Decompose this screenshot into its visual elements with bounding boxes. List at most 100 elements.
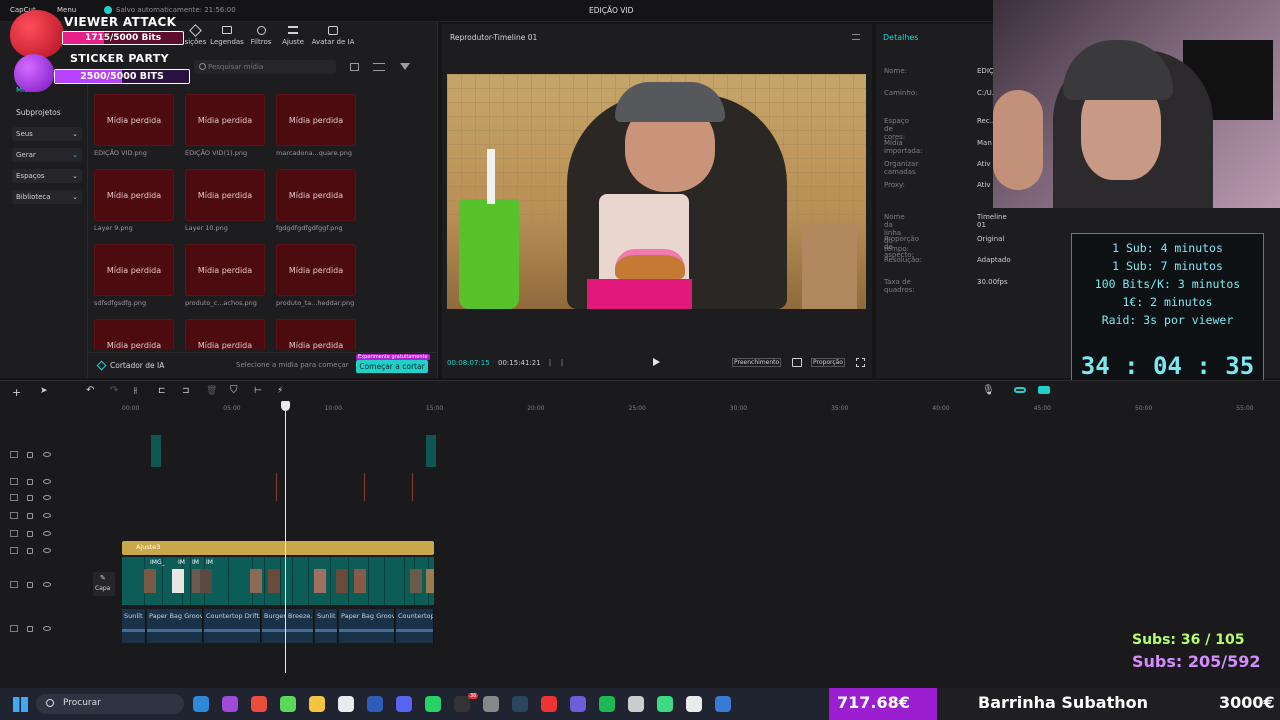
split-icon[interactable]: ⫲ bbox=[134, 386, 137, 396]
audio-clip[interactable]: Burger Breeze.m bbox=[262, 609, 314, 643]
visibility-icon[interactable] bbox=[43, 626, 51, 631]
mic-icon[interactable]: 🎙 bbox=[982, 385, 995, 396]
trim-right-icon[interactable]: ⊐ bbox=[182, 386, 190, 396]
media-item[interactable]: Mídia perdida produto_ta...heddar.png bbox=[276, 244, 366, 316]
media-item[interactable]: Mídia perdida bbox=[94, 319, 184, 350]
visibility-icon[interactable] bbox=[43, 531, 51, 536]
audio-clip[interactable]: Countertop bbox=[396, 609, 434, 643]
video-preview[interactable] bbox=[447, 74, 866, 309]
media-item[interactable]: Mídia perdida marcadona...quare.png bbox=[276, 94, 366, 166]
waveform-icon[interactable] bbox=[549, 359, 563, 366]
photoshop-icon[interactable] bbox=[367, 696, 383, 712]
taskbar-search[interactable]: Procurar bbox=[36, 694, 184, 714]
audio-clip[interactable]: Countertop Drift.r bbox=[204, 609, 261, 643]
chrome-icon[interactable] bbox=[251, 696, 267, 712]
filters-tab[interactable]: Filtros bbox=[246, 26, 276, 46]
search-input[interactable] bbox=[208, 61, 328, 73]
add-icon[interactable]: + bbox=[12, 386, 21, 399]
grid-view-icon[interactable] bbox=[350, 63, 359, 71]
epic-games-icon[interactable] bbox=[454, 696, 470, 712]
visibility-icon[interactable] bbox=[43, 582, 51, 587]
sidebar-item-subprojects[interactable]: Subprojetos bbox=[16, 108, 61, 117]
visibility-icon[interactable] bbox=[43, 513, 51, 518]
audio-clip[interactable]: Paper Bag Groove bbox=[339, 609, 395, 643]
steam-icon[interactable] bbox=[512, 696, 528, 712]
magic-icon[interactable]: ⚡ bbox=[277, 386, 283, 396]
spotify-icon[interactable] bbox=[599, 696, 615, 712]
sidebar-item-yours[interactable]: Seus ⌄ bbox=[12, 127, 82, 141]
lock-icon[interactable] bbox=[27, 548, 33, 554]
obs-icon[interactable] bbox=[483, 696, 499, 712]
media-item[interactable]: Mídia perdida Layer 9.png bbox=[94, 169, 184, 241]
lock-icon[interactable] bbox=[27, 479, 33, 485]
drive-icon[interactable] bbox=[657, 696, 673, 712]
visibility-icon[interactable] bbox=[43, 452, 51, 457]
file-explorer-icon[interactable] bbox=[309, 696, 325, 712]
visibility-icon[interactable] bbox=[43, 495, 51, 500]
sort-icon[interactable] bbox=[373, 63, 385, 71]
sidebar-item-library[interactable]: Biblioteca ⌄ bbox=[12, 190, 82, 204]
visibility-icon[interactable] bbox=[43, 548, 51, 553]
ratio-button[interactable]: Proporção bbox=[811, 358, 845, 367]
whatsapp-icon[interactable] bbox=[425, 696, 441, 712]
lock-icon[interactable] bbox=[27, 531, 33, 537]
sidebar-item-spaces[interactable]: Espaços ⌄ bbox=[12, 169, 82, 183]
edge-icon[interactable] bbox=[280, 696, 296, 712]
capcut-icon[interactable] bbox=[338, 696, 354, 712]
grid-app-icon[interactable] bbox=[570, 696, 586, 712]
media-item[interactable]: Mídia perdida fgdgdfgdfgdfggf.png bbox=[276, 169, 366, 241]
snap-icon[interactable] bbox=[1038, 386, 1050, 394]
details-tab[interactable]: Detalhes bbox=[883, 33, 919, 42]
audio-clip[interactable]: Sunlit bbox=[315, 609, 338, 643]
notepad-icon[interactable] bbox=[715, 696, 731, 712]
capcut-icon[interactable] bbox=[628, 696, 644, 712]
redo-icon[interactable]: ↷ bbox=[110, 385, 118, 396]
cover-button[interactable]: ✎ Capa bbox=[93, 572, 115, 596]
audio-clip[interactable]: Sunlit bbox=[122, 609, 146, 643]
fullscreen-icon[interactable] bbox=[856, 358, 865, 367]
media-item[interactable]: Mídia perdida EDIÇÃO VID(1).png bbox=[185, 94, 275, 166]
lock-icon[interactable] bbox=[27, 452, 33, 458]
shield-icon[interactable]: ⛉ bbox=[230, 385, 238, 396]
photos-icon[interactable] bbox=[193, 696, 209, 712]
visibility-icon[interactable] bbox=[43, 479, 51, 484]
instagram-icon[interactable] bbox=[222, 696, 238, 712]
windows-start-icon[interactable] bbox=[13, 697, 28, 712]
media-item[interactable]: Mídia perdida bbox=[276, 319, 366, 350]
media-item[interactable]: Mídia perdida Layer 10.png bbox=[185, 169, 275, 241]
filter-icon[interactable] bbox=[400, 63, 410, 70]
lock-icon[interactable] bbox=[27, 513, 33, 519]
lock-icon[interactable] bbox=[27, 626, 33, 632]
capcut-icon[interactable] bbox=[686, 696, 702, 712]
fill-button[interactable]: Preenchimento bbox=[732, 358, 782, 367]
lock-icon[interactable] bbox=[27, 495, 33, 501]
undo-icon[interactable]: ↶ bbox=[86, 385, 94, 396]
link-icon[interactable] bbox=[1014, 387, 1026, 393]
text-clip[interactable] bbox=[151, 435, 161, 467]
discord-icon[interactable] bbox=[396, 696, 412, 712]
media-item[interactable]: Mídia perdida sdfsdfgsdfg.png bbox=[94, 244, 184, 316]
ai-avatar-tab[interactable]: Avatar de IA bbox=[310, 26, 356, 46]
freeze-icon[interactable]: ⊢ bbox=[254, 386, 262, 396]
ai-cutter-label[interactable]: Cortador de IA bbox=[110, 361, 164, 370]
delete-icon[interactable]: 🗑 bbox=[206, 386, 217, 396]
lock-icon[interactable] bbox=[27, 582, 33, 588]
text-clip[interactable] bbox=[426, 435, 436, 467]
media-item[interactable]: Mídia perdida produto_c...achos.png bbox=[185, 244, 275, 316]
media-item[interactable]: Mídia perdida EDIÇÃO VID.png bbox=[94, 94, 184, 166]
player-menu-icon[interactable] bbox=[852, 34, 860, 40]
audio-clip[interactable]: Paper Bag Groove bbox=[147, 609, 203, 643]
screenshot-icon[interactable] bbox=[792, 358, 802, 367]
search-box[interactable] bbox=[194, 60, 336, 74]
playhead-handle[interactable] bbox=[281, 401, 290, 411]
media-item[interactable]: Mídia perdida bbox=[185, 319, 275, 350]
sidebar-item-generate[interactable]: Gerar ⌄ bbox=[12, 148, 82, 162]
adjust-tab[interactable]: Ajuste bbox=[278, 26, 308, 46]
cursor-icon[interactable]: ➤ bbox=[40, 386, 48, 396]
playhead[interactable] bbox=[285, 403, 286, 673]
start-cut-button[interactable]: Começar a cortar bbox=[356, 360, 428, 373]
play-button[interactable] bbox=[653, 358, 660, 366]
trim-left-icon[interactable]: ⊏ bbox=[158, 386, 166, 396]
captions-tab[interactable]: Legendas bbox=[210, 26, 244, 46]
adjustment-clip[interactable]: Ajuste3 bbox=[122, 541, 434, 555]
